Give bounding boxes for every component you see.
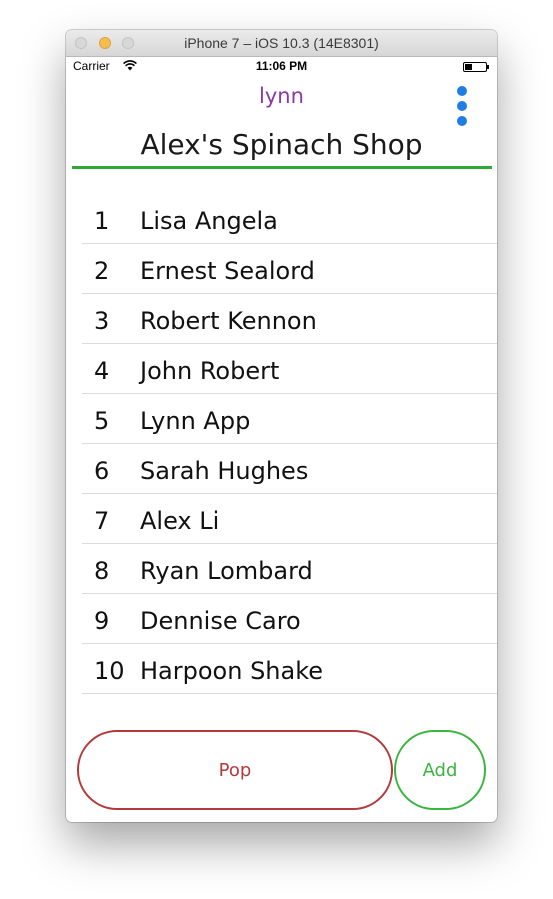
list-item[interactable]: 3 Robert Kennon xyxy=(82,294,497,344)
customer-name: Harpoon Shake xyxy=(140,657,324,685)
customer-name: Ernest Sealord xyxy=(140,257,315,285)
battery-icon xyxy=(463,62,489,72)
list-item[interactable]: 5 Lynn App xyxy=(82,394,497,444)
list-item[interactable]: 8 Ryan Lombard xyxy=(82,544,497,594)
customer-name: John Robert xyxy=(140,357,280,385)
title-divider xyxy=(72,166,492,169)
list-item[interactable]: 1 Lisa Angela xyxy=(82,194,497,244)
app-name: lynn xyxy=(259,84,304,108)
list-item[interactable]: 6 Sarah Hughes xyxy=(82,444,497,494)
more-vertical-icon[interactable] xyxy=(452,85,472,127)
customer-name: Ryan Lombard xyxy=(140,557,313,585)
customer-name: Lynn App xyxy=(140,407,251,435)
customer-name: Lisa Angela xyxy=(140,207,278,235)
queue-number: 3 xyxy=(94,307,110,335)
status-time: 11:06 PM xyxy=(255,59,308,73)
queue-number: 4 xyxy=(94,357,110,385)
status-bar: Carrier 11:06 PM xyxy=(66,57,497,77)
window-title: iPhone 7 – iOS 10.3 (14E8301) xyxy=(184,35,379,51)
queue-number: 8 xyxy=(94,557,110,585)
window-titlebar: iPhone 7 – iOS 10.3 (14E8301) xyxy=(66,30,497,57)
list-item[interactable]: 4 John Robert xyxy=(82,344,497,394)
page-title: Alex's Spinach Shop xyxy=(140,128,423,161)
list-item[interactable]: 10 Harpoon Shake xyxy=(82,644,497,694)
pop-button[interactable]: Pop xyxy=(77,730,393,810)
list-item[interactable]: 9 Dennise Caro xyxy=(82,594,497,644)
customer-name: Alex Li xyxy=(140,507,220,535)
queue-number: 1 xyxy=(94,207,110,235)
list-item[interactable]: 7 Alex Li xyxy=(82,494,497,544)
queue-number: 10 xyxy=(94,657,125,685)
queue-list: 1 Lisa Angela 2 Ernest Sealord 3 Robert … xyxy=(82,194,497,694)
queue-number: 5 xyxy=(94,407,110,435)
simulator-window: iPhone 7 – iOS 10.3 (14E8301) Carrier 11… xyxy=(66,30,497,822)
customer-name: Robert Kennon xyxy=(140,307,317,335)
customer-name: Sarah Hughes xyxy=(140,457,309,485)
queue-number: 7 xyxy=(94,507,110,535)
customer-name: Dennise Caro xyxy=(140,607,301,635)
list-item[interactable]: 2 Ernest Sealord xyxy=(82,244,497,294)
add-button[interactable]: Add xyxy=(394,730,486,810)
queue-number: 2 xyxy=(94,257,110,285)
queue-number: 6 xyxy=(94,457,110,485)
queue-number: 9 xyxy=(94,607,110,635)
